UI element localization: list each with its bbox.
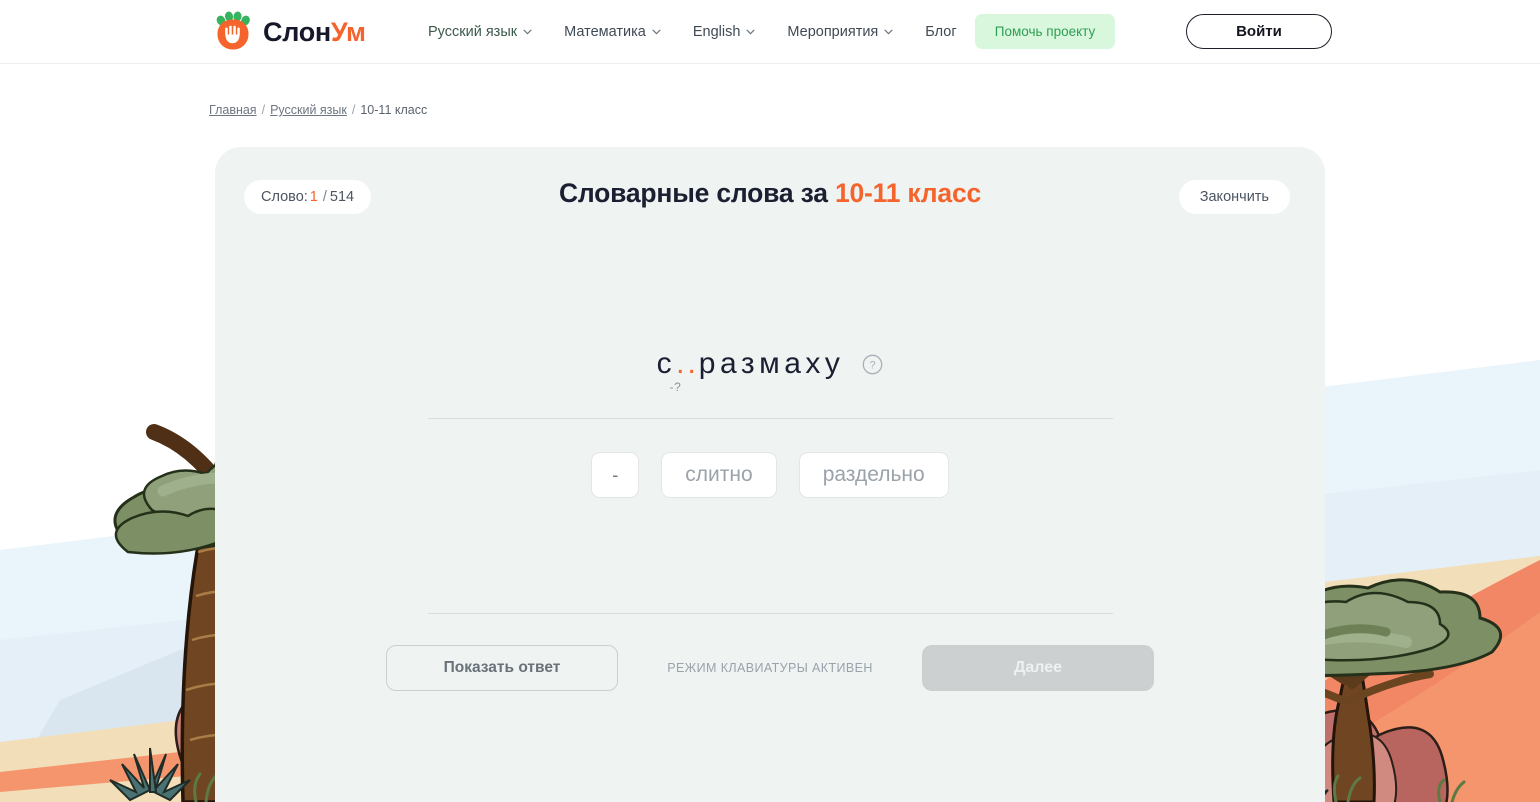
finish-button[interactable]: Закончить [1178,180,1290,214]
nav-item-math[interactable]: Математика [564,24,661,40]
logo-text-part2: Ум [330,16,366,47]
question-mark-circle-icon[interactable]: ? [862,354,883,375]
breadcrumb-separator: / [351,103,356,117]
nav-item-russian-label: Русский язык [428,24,518,40]
breadcrumb-subject-link[interactable]: Русский язык [270,103,347,117]
page-title-prefix: Словарные слова за [558,178,828,208]
logo-text: СлонУм [263,16,366,47]
nav-item-events-label: Мероприятия [787,24,879,40]
question-area: с..размаху -? ? [215,347,1325,394]
keyboard-mode-status: РЕЖИМ КЛАВИАТУРЫ АКТИВЕН [667,661,873,675]
chevron-down-icon [523,29,532,35]
nav-item-math-label: Математика [564,24,646,40]
question-word-after: размаху [698,347,845,380]
chevron-down-icon [652,29,661,35]
logo-text-part1: Слон [263,16,331,47]
exercise-controls: Показать ответ РЕЖИМ КЛАВИАТУРЫ АКТИВЕН … [215,645,1325,691]
login-button[interactable]: Войти [1186,14,1332,49]
show-answer-button[interactable]: Показать ответ [386,645,618,691]
nav-item-english[interactable]: English [693,24,756,40]
page-title: Словарные слова за 10-11 класс [215,178,1325,209]
option-dash[interactable]: - [591,452,640,498]
divider-top [428,418,1113,419]
page-root: СлонУм Русский язык Математика English М… [0,0,1540,802]
question-word: с..размаху -? [656,347,845,394]
breadcrumb-home-link[interactable]: Главная [209,103,257,117]
question-word-gap: .. [676,347,699,380]
option-razdelno[interactable]: раздельно [798,452,949,498]
elephant-paw-logo-icon [216,11,250,50]
nav-item-blog-label: Блог [925,24,957,40]
breadcrumb-separator: / [261,103,266,117]
nav-item-russian[interactable]: Русский язык [428,24,532,40]
nav-item-blog[interactable]: Блог [925,24,956,40]
divider-bottom [428,613,1113,614]
question-word-before: с [656,347,677,380]
chevron-down-icon [746,29,755,35]
main-navigation: Русский язык Математика English Мероприя… [428,0,957,64]
exercise-card: Слово: 1 / 514 Словарные слова за 10-11 … [215,147,1325,802]
page-title-grade: 10-11 класс [834,178,982,208]
nav-item-events[interactable]: Мероприятия [787,24,893,40]
nav-item-english-label: English [692,24,741,40]
next-button[interactable]: Далее [922,645,1154,691]
breadcrumb: Главная / Русский язык / 10-11 класс [209,103,427,117]
question-gap-hint: -? [669,380,682,394]
chevron-down-icon [884,29,893,35]
answer-options: - слитно раздельно [215,452,1325,498]
help-project-button[interactable]: Помочь проекту [975,14,1115,49]
logo[interactable]: СлонУм [212,11,366,53]
breadcrumb-current: 10-11 класс [360,103,428,117]
option-slitno[interactable]: слитно [661,452,777,498]
svg-text:?: ? [870,359,876,371]
site-header: СлонУм Русский язык Математика English М… [0,0,1540,64]
